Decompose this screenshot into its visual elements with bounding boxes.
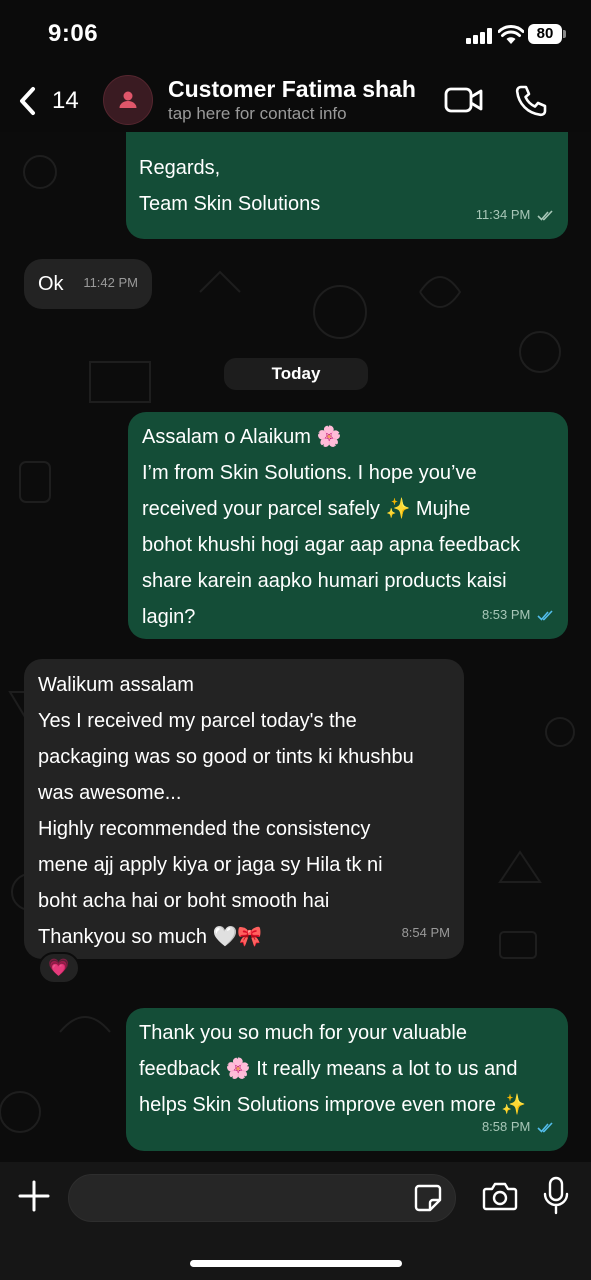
plus-icon[interactable] (16, 1178, 52, 1214)
status-time: 9:06 (48, 20, 99, 47)
unread-chats-count: 14 (52, 87, 79, 114)
message-meta: 8:58 PM (482, 1109, 554, 1145)
battery-tip (563, 30, 566, 38)
message-time: 11:42 PM (83, 275, 138, 290)
message-time: 8:54 PM (401, 925, 450, 940)
message-meta: 8:53 PM (482, 597, 554, 633)
back-button[interactable]: 14 (16, 84, 79, 118)
message-input-bar (0, 1162, 591, 1280)
chat-header: 14 Customer Fatima shah tap here for con… (0, 70, 591, 132)
double-check-icon (537, 210, 553, 221)
date-divider: Today (224, 358, 368, 390)
camera-icon[interactable] (482, 1180, 518, 1212)
message-text: Walikum assalam Yes I received my parcel… (38, 674, 414, 948)
double-check-read-icon (537, 610, 553, 621)
phone-call-icon[interactable] (514, 84, 548, 118)
message-list[interactable]: Regards, Team Skin Solutions 11:34 PM Ok… (0, 132, 591, 1162)
microphone-icon[interactable] (542, 1176, 570, 1216)
message-bubble-outgoing[interactable]: Regards, Team Skin Solutions 11:34 PM (126, 132, 568, 239)
message-time: 8:58 PM (481, 1119, 531, 1134)
video-call-icon[interactable] (444, 86, 484, 114)
message-bubble-incoming[interactable]: Walikum assalam Yes I received my parcel… (24, 659, 464, 959)
battery-indicator: 80 (528, 24, 562, 44)
contact-avatar-icon (119, 91, 137, 108)
message-meta: 11:34 PM (476, 197, 554, 233)
status-bar: 9:06 80 (0, 0, 591, 70)
message-bubble-outgoing[interactable]: Thank you so much for your valuable feed… (126, 1008, 568, 1151)
contact-name[interactable]: Customer Fatima shah (168, 76, 416, 103)
double-check-read-icon (537, 1122, 553, 1133)
back-chevron-icon (20, 87, 35, 115)
message-text: Thank you so much for your valuable feed… (139, 1022, 527, 1116)
message-bubble-incoming[interactable]: Ok 11:42 PM (24, 259, 152, 309)
wifi-icon (498, 25, 524, 44)
cellular-signal-icon (466, 28, 492, 44)
sticker-icon[interactable] (413, 1183, 443, 1213)
message-input[interactable] (68, 1174, 456, 1222)
contact-avatar[interactable] (103, 75, 153, 125)
message-reaction[interactable]: 💗 (38, 952, 80, 984)
contact-info-hint[interactable]: tap here for contact info (168, 104, 347, 124)
message-time: 8:53 PM (481, 607, 531, 622)
message-bubble-outgoing[interactable]: Assalam o Alaikum 🌸 I’m from Skin Soluti… (128, 412, 568, 639)
message-time: 11:34 PM (475, 207, 531, 222)
home-indicator (190, 1260, 402, 1267)
whatsapp-chat-screen: { "status_bar": {"time": "9:06", "batter… (0, 0, 591, 1280)
